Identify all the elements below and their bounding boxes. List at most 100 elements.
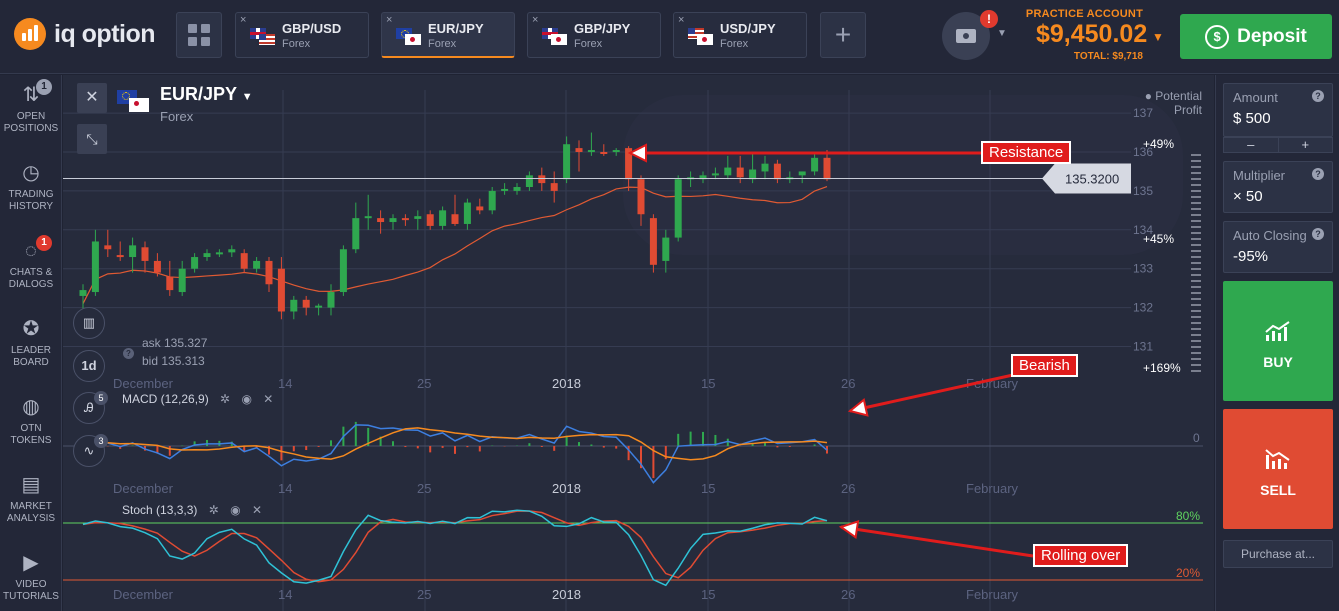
stoch-name: Stoch (13,3,3) [122, 503, 198, 517]
candle-body [240, 253, 248, 269]
tab-type: Forex [720, 38, 749, 50]
asset-name: EUR/JPY [160, 84, 237, 104]
close-tab-icon[interactable]: × [678, 14, 684, 26]
candle-body [302, 299, 310, 308]
amount-label: Amount [1233, 90, 1278, 105]
newspaper-icon: ▤ [21, 474, 41, 496]
asset-tab-gbp-jpy[interactable]: × GBP/JPY Forex [527, 12, 661, 58]
time-axis-label: February [966, 481, 1019, 496]
price-tick-label: 135 [1133, 184, 1153, 198]
candle-body [426, 214, 434, 226]
indicators-icon: Ꭿ [84, 400, 94, 415]
jp-flag-icon [129, 98, 149, 112]
all-assets-grid-button[interactable] [176, 12, 222, 58]
tab-type: Forex [428, 38, 457, 50]
balance-chevron-down-icon[interactable]: ▼ [1152, 30, 1164, 44]
candle-body [153, 260, 161, 273]
sidebar-item-open-positions[interactable]: ⇅ 1 OPEN POSITIONS [0, 79, 62, 135]
drawings-count-badge: 3 [94, 434, 108, 448]
purchase-at-button[interactable]: Purchase at... [1223, 540, 1333, 568]
token-icon: ◍ [22, 396, 40, 418]
close-icon[interactable]: ✕ [252, 503, 262, 517]
collapse-icon[interactable]: ⤡ [77, 124, 107, 154]
add-tab-button[interactable]: + [820, 12, 866, 58]
sidebar-item-market-analysis[interactable]: ▤ MARKET ANALYSIS [0, 473, 62, 525]
candle-body [439, 210, 447, 226]
candle-body [575, 148, 583, 152]
candle-body [141, 247, 149, 261]
candle-body [476, 206, 484, 211]
tab-flags [250, 28, 276, 46]
candle-body [563, 144, 571, 180]
asset-tab-gbp-usd[interactable]: × GBP/USD Forex [235, 12, 369, 58]
candle-body [277, 268, 285, 312]
multiplier-value[interactable]: × 50 [1233, 188, 1263, 205]
candle-body [339, 249, 347, 293]
iq-option-logo[interactable]: iq option [14, 18, 156, 50]
amount-field[interactable]: Amount ? $ 500 [1223, 83, 1333, 137]
tab-type: Forex [574, 38, 603, 50]
account-total: TOTAL: $9,718 [1073, 51, 1143, 62]
plus-button[interactable]: + [1279, 138, 1333, 152]
sidebar-item-otn-tokens[interactable]: ◍ OTN TOKENS [0, 395, 62, 447]
asset-tab-usd-jpy[interactable]: × USD/JPY Forex [673, 12, 807, 58]
sidebar-item-video-tutorials[interactable]: ▶ VIDEO TUTORIALS [0, 551, 62, 603]
auto-closing-value[interactable]: -95% [1233, 248, 1268, 265]
tab-pair: EUR/JPY [428, 21, 484, 36]
chart-area[interactable]: 137 136 135 134 133 132 131 135.3200 +49% +45% +16… [63, 75, 1214, 611]
candle-body [463, 202, 471, 224]
stoch-80-label: 80% [1176, 509, 1200, 523]
rolling-over-arrow [840, 525, 1034, 558]
sidebar-item-leader-board[interactable]: ✪ LEADER BOARD [0, 317, 62, 369]
candle-body [129, 245, 137, 258]
time-axis-label: 2018 [552, 481, 581, 496]
candle-body [637, 179, 645, 215]
eye-icon[interactable]: ◉ [241, 392, 251, 406]
sidebar-item-chats-dialogs[interactable]: ◌ 1 CHATS & DIALOGS [0, 235, 62, 291]
time-axis-label: 25 [417, 481, 431, 496]
stoch-20-label: 20% [1176, 566, 1200, 580]
buy-button[interactable]: BUY [1223, 281, 1333, 401]
candle-body [711, 173, 719, 176]
close-icon[interactable]: ✕ [263, 392, 273, 406]
close-tab-icon[interactable]: × [532, 14, 538, 26]
auto-closing-field[interactable]: Auto Closing ? -95% [1223, 221, 1333, 273]
asset-tab-eur-jpy[interactable]: × EUR/JPY Forex [381, 12, 515, 58]
help-icon[interactable]: ? [1312, 168, 1324, 180]
us-flag-icon [259, 34, 275, 45]
time-axis-label: 26 [841, 376, 855, 391]
amount-value[interactable]: $ 500 [1233, 110, 1271, 127]
close-chart-button[interactable]: ✕ [77, 83, 107, 113]
jp-flag-icon [697, 34, 713, 45]
chevron-down-icon[interactable]: ▼ [997, 28, 1007, 39]
help-icon[interactable]: ● [1145, 89, 1152, 103]
resistance-annotation: Resistance [981, 141, 1072, 164]
gear-icon[interactable]: ✲ [209, 503, 219, 517]
sell-button[interactable]: SELL [1223, 409, 1333, 529]
chart-down-icon [1265, 449, 1290, 469]
close-tab-icon[interactable]: × [386, 14, 392, 26]
eye-icon[interactable]: ◉ [230, 503, 240, 517]
time-axis-label: 14 [278, 376, 292, 391]
deposit-button[interactable]: $ Deposit [1180, 14, 1332, 59]
candle-body [749, 169, 757, 180]
account-balance[interactable]: $9,450.02 [1036, 20, 1147, 49]
help-icon[interactable]: ? [1312, 90, 1324, 102]
time-axis-label: 14 [278, 587, 292, 602]
chart-type-button[interactable]: ▥ [73, 307, 105, 339]
candle-body [203, 253, 211, 258]
help-icon[interactable]: ? [1312, 228, 1324, 240]
timeframe-button[interactable]: 1d [73, 350, 105, 382]
time-axis-label: December [113, 376, 174, 391]
time-axis-label: 26 [841, 481, 855, 496]
candle-body [414, 216, 422, 219]
multiplier-field[interactable]: Multiplier ? × 50 [1223, 161, 1333, 213]
minus-button[interactable]: – [1224, 138, 1279, 152]
close-tab-icon[interactable]: × [240, 14, 246, 26]
sidebar-item-trading-history[interactable]: ◷ TRADING HISTORY [0, 161, 62, 213]
candle-body [798, 171, 806, 176]
help-icon[interactable]: ? [123, 348, 134, 359]
asset-selector[interactable]: EUR/JPY ▼ [160, 84, 253, 105]
gear-icon[interactable]: ✲ [220, 392, 230, 406]
profit-marker: +169% [1143, 361, 1181, 375]
